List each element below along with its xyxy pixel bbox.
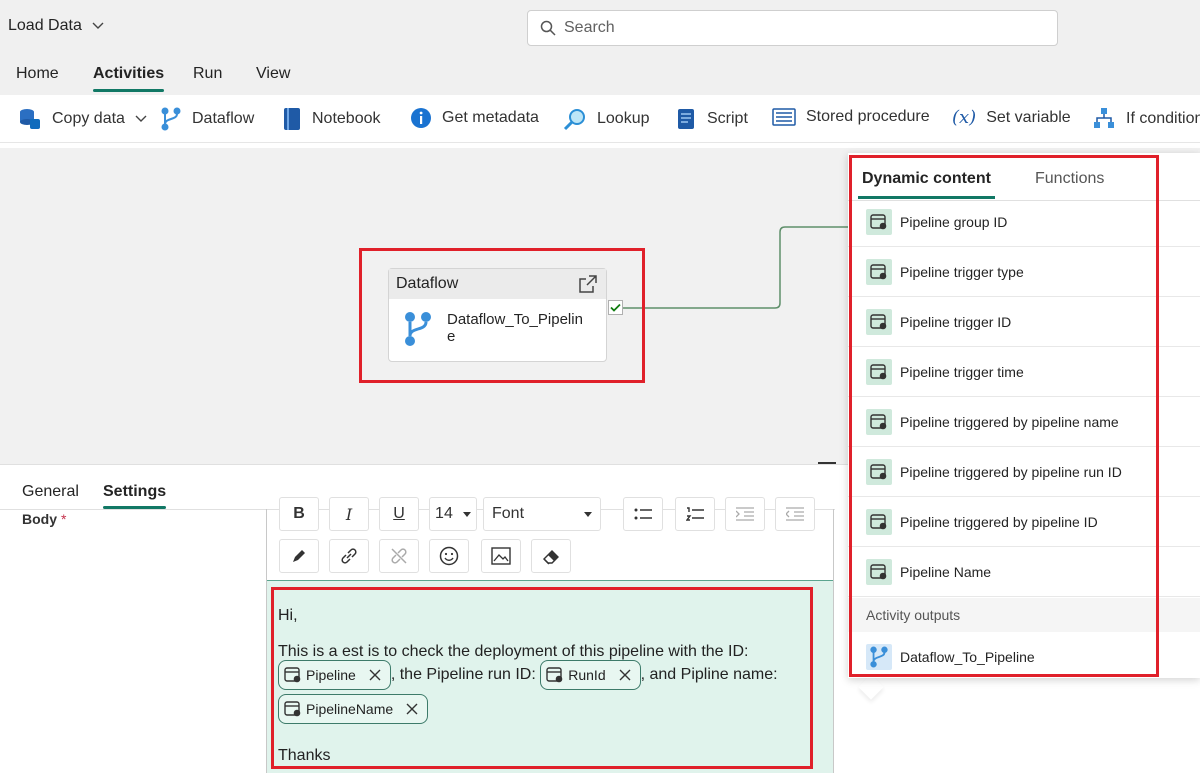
font-size-dropdown[interactable]: 14 — [429, 497, 477, 531]
required-mark: * — [61, 511, 67, 527]
body-label-text: Body — [22, 511, 57, 527]
italic-button[interactable]: I — [329, 497, 369, 531]
caret-down-icon — [462, 511, 471, 517]
numbered-list-icon — [686, 507, 704, 521]
bulleted-list-icon — [634, 508, 652, 520]
editor-content-highlight — [271, 587, 813, 769]
checkmark-icon — [610, 303, 621, 312]
font-family-value: Font — [492, 505, 525, 522]
emoji-button[interactable] — [429, 539, 469, 573]
success-output-port[interactable] — [608, 300, 623, 315]
font-family-dropdown[interactable]: Font — [483, 497, 601, 531]
outdent-icon — [786, 507, 804, 521]
dataflow-activity-card[interactable]: Dataflow Dataflow_To_Pipeline — [388, 268, 607, 362]
activity-body: Dataflow_To_Pipeline — [389, 299, 606, 347]
outdent-button[interactable] — [775, 497, 815, 531]
insert-image-button[interactable] — [481, 539, 521, 573]
eraser-icon — [543, 550, 559, 565]
unlink-icon — [391, 548, 407, 564]
numbered-list-button[interactable] — [675, 497, 715, 531]
link-icon — [341, 548, 357, 564]
panel-resize-handle[interactable] — [818, 462, 836, 464]
activity-type: Dataflow — [396, 275, 459, 292]
body-field-label: Body * — [22, 511, 66, 527]
bold-button[interactable]: B — [279, 497, 319, 531]
text-color-button[interactable] — [279, 539, 319, 573]
insert-link-button[interactable] — [329, 539, 369, 573]
indent-icon — [736, 507, 754, 521]
image-icon — [491, 547, 511, 565]
remove-link-button[interactable] — [379, 539, 419, 573]
activity-name: Dataflow_To_Pipeline — [447, 311, 583, 345]
open-external-icon[interactable] — [578, 274, 598, 294]
activity-header: Dataflow — [389, 269, 606, 299]
bulleted-list-button[interactable] — [623, 497, 663, 531]
pen-icon — [293, 550, 305, 562]
underline-button[interactable]: U — [379, 497, 419, 531]
tab-settings[interactable]: Settings — [103, 483, 167, 509]
caret-down-icon — [584, 511, 592, 517]
indent-button[interactable] — [725, 497, 765, 531]
tab-general[interactable]: General — [22, 483, 79, 501]
dataflow-icon — [405, 312, 431, 346]
font-size-value: 14 — [435, 505, 453, 522]
clear-format-button[interactable] — [531, 539, 571, 573]
emoji-icon — [439, 546, 459, 566]
flyout-highlight — [849, 155, 1159, 677]
